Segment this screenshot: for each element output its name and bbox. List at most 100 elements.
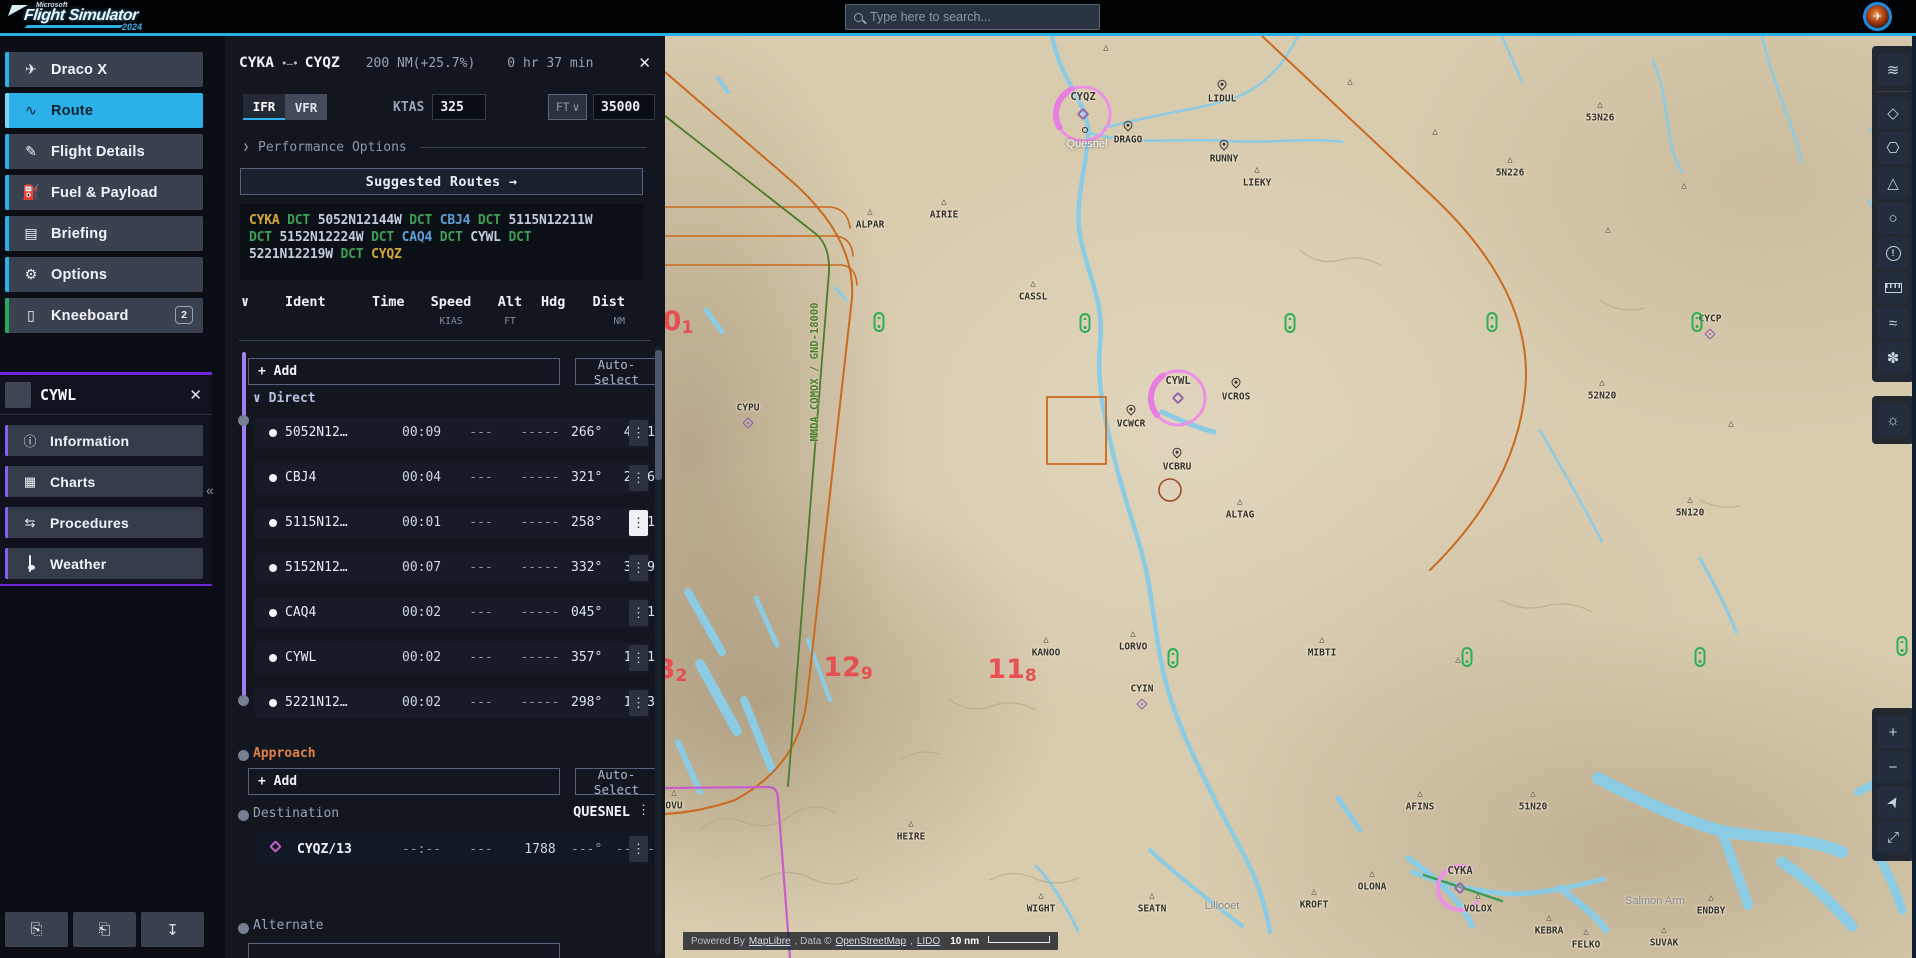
ifr-tab[interactable]: IFR bbox=[243, 94, 285, 120]
waypoint-speed: --- bbox=[458, 470, 504, 485]
new-flight-plan-button[interactable]: ⎘ bbox=[5, 912, 68, 947]
altitude-input[interactable] bbox=[593, 94, 655, 120]
triangle-waypoint-icon: △ bbox=[1455, 655, 1460, 665]
waypoint-menu-button[interactable]: ⋮ bbox=[629, 600, 648, 626]
destination-menu-button[interactable]: ⋮ bbox=[637, 802, 650, 818]
sidebar-item-label: Kneeboard bbox=[51, 308, 129, 324]
waypoint-ident: 5221N12… bbox=[285, 695, 348, 710]
auto-select-button[interactable]: Auto-Select bbox=[575, 358, 658, 385]
accent-bar bbox=[5, 175, 9, 210]
route-waypoint-row[interactable]: CYWL00:02--------357°14.1⋮ bbox=[255, 643, 650, 673]
waypoint-menu-button[interactable]: ⋮ bbox=[629, 555, 648, 581]
route-link-icon: •—• bbox=[281, 57, 298, 70]
sidebar-item-options[interactable]: ⚙Options bbox=[5, 257, 203, 292]
airport-label-cywl: CYWL bbox=[1165, 375, 1190, 387]
airport-panel-item-weather[interactable]: Weather bbox=[5, 548, 203, 579]
route-waypoint-row[interactable]: 5052N12…00:09--------266°49.1⋮ bbox=[255, 418, 650, 448]
charts-icon: ▦ bbox=[20, 474, 40, 490]
add-waypoint-input[interactable]: + Add bbox=[248, 358, 560, 385]
airspace-filter-button[interactable]: ○ bbox=[1877, 202, 1909, 234]
maplibre-link[interactable]: MapLibre bbox=[749, 936, 791, 947]
map-canvas[interactable]: △ALPAR△AIRIE△CASSL△LIEKY△ALTAG△LORVO△KAN… bbox=[665, 36, 1916, 958]
search-bar[interactable] bbox=[845, 4, 1100, 30]
performance-options-expander[interactable]: ❯ Performance Options bbox=[243, 140, 647, 155]
fullscreen-button[interactable]: ⤢ bbox=[1877, 821, 1909, 853]
msfs-logo: Microsoft Flight Simulator 2024 bbox=[10, 1, 180, 32]
auto-select-button[interactable]: Auto-Select bbox=[575, 768, 658, 795]
route-waypoint-row[interactable]: 5221N12…00:02--------298°14.3⋮ bbox=[255, 688, 650, 718]
airport-panel-item-procedures[interactable]: ⇆Procedures bbox=[5, 507, 203, 538]
sidebar-item-route[interactable]: ∿Route bbox=[5, 93, 203, 128]
waypoint-menu-button[interactable]: ⋮ bbox=[629, 645, 648, 671]
triangle-waypoint-icon: △ bbox=[1254, 165, 1259, 175]
list-scrollbar-thumb[interactable] bbox=[655, 350, 662, 480]
route-waypoint-row[interactable]: CBJ400:04--------321°24.6⋮ bbox=[255, 463, 650, 493]
attribution-text: Powered By bbox=[691, 936, 745, 947]
collapse-panel-button[interactable]: « bbox=[206, 482, 214, 498]
add-waypoint-input[interactable]: + Add bbox=[248, 768, 560, 795]
sidebar-item-draco-x[interactable]: ✈Draco X bbox=[5, 52, 203, 87]
waypoint-menu-button[interactable]: ⋮ bbox=[629, 465, 648, 491]
vor-filter-button[interactable]: ◇ bbox=[1877, 97, 1909, 129]
route-waypoint-row[interactable]: 5115N12…00:01--------258°7.1⋮ bbox=[255, 508, 650, 538]
search-input[interactable] bbox=[870, 10, 1091, 24]
airport-panel-item-information[interactable]: ⓘInformation bbox=[5, 425, 203, 456]
ktas-input[interactable] bbox=[432, 94, 486, 120]
waypoint-drago: DRAGO bbox=[1114, 135, 1143, 146]
sidebar-item-briefing[interactable]: ▤Briefing bbox=[5, 216, 203, 251]
obstacle-filter-button[interactable]: △ bbox=[1877, 167, 1909, 199]
load-flight-plan-button[interactable]: ⎗ bbox=[73, 912, 136, 947]
ndb-filter-button[interactable]: ⎔ bbox=[1877, 132, 1909, 164]
sidebar-item-kneeboard[interactable]: ▯Kneeboard2 bbox=[5, 298, 203, 333]
waypoint-speed: --- bbox=[458, 650, 504, 665]
map-brightness-button[interactable]: ☼ bbox=[1877, 404, 1909, 436]
weather-layer-button[interactable]: ✽ bbox=[1877, 342, 1909, 374]
profile-avatar[interactable]: ✈ bbox=[1863, 2, 1892, 31]
section-direct[interactable]: ∨ Direct bbox=[253, 391, 316, 406]
destination-runway-row[interactable]: CYQZ/13--:-----1788---°-----⋮ bbox=[255, 834, 650, 866]
alternate-add-input[interactable] bbox=[248, 943, 560, 958]
airport-label-cyqz: CYQZ bbox=[1070, 91, 1095, 103]
route-waypoint-row[interactable]: CAQ400:02--------045°11⋮ bbox=[255, 598, 650, 628]
pan-to-aircraft-button[interactable]: ➤ bbox=[1877, 786, 1909, 818]
max-elevation-figure: 01 bbox=[665, 306, 693, 338]
waypoint-menu-button[interactable]: ⋮ bbox=[629, 510, 648, 536]
weather-icon: ✽ bbox=[1887, 349, 1900, 367]
zoom-in-button[interactable]: + bbox=[1877, 716, 1909, 748]
col-alt: Alt bbox=[481, 294, 539, 310]
airport-panel-item-charts[interactable]: ▦Charts bbox=[5, 466, 203, 497]
waypoint-menu-button[interactable]: ⋮ bbox=[629, 690, 648, 716]
triangle-waypoint-icon: △ bbox=[1661, 925, 1666, 935]
triangle-waypoint-icon: △ bbox=[1103, 43, 1108, 53]
alert-filter-button[interactable]: ! bbox=[1877, 237, 1909, 269]
map-layers-button[interactable]: ≋ bbox=[1877, 54, 1909, 86]
waypoint-lorvo: LORVO bbox=[1119, 642, 1148, 653]
vfr-tab[interactable]: VFR bbox=[285, 94, 327, 120]
openstreetmap-link[interactable]: OpenStreetMap bbox=[835, 936, 906, 947]
route-token: CAQ4 bbox=[402, 230, 433, 245]
altitude-unit-select[interactable]: FT ∨ bbox=[548, 94, 587, 120]
section-approach[interactable]: Approach bbox=[253, 746, 316, 761]
triangle-waypoint-icon: △ bbox=[1149, 891, 1154, 901]
save-flight-plan-button[interactable]: ↧ bbox=[141, 912, 204, 947]
route-panel-close-button[interactable]: ✕ bbox=[638, 54, 651, 72]
collapse-all-chevron[interactable]: ∨ bbox=[241, 294, 249, 310]
airspace-boundary-label: MMDA COMOX / GND-18000 bbox=[809, 277, 821, 467]
map-edge-scrollbar[interactable] bbox=[1912, 36, 1916, 958]
route-token: CYWL bbox=[470, 230, 501, 245]
destination-menu-button[interactable]: ⋮ bbox=[629, 836, 648, 862]
route-waypoint-row[interactable]: 5152N12…00:07--------332°37.9⋮ bbox=[255, 553, 650, 583]
suggested-routes-button[interactable]: Suggested Routes → bbox=[240, 168, 643, 195]
measure-button[interactable] bbox=[1877, 272, 1909, 304]
sidebar-item-flight-details[interactable]: ✎Flight Details bbox=[5, 134, 203, 169]
wind-layer-button[interactable]: ≈ bbox=[1877, 307, 1909, 339]
lido-link[interactable]: LIDO bbox=[917, 936, 940, 947]
waypoint-ident: CYWL bbox=[285, 650, 316, 665]
airport-panel-close-button[interactable]: ✕ bbox=[189, 386, 202, 404]
waypoint-menu-button[interactable]: ⋮ bbox=[629, 420, 648, 446]
zoom-out-button[interactable]: − bbox=[1877, 751, 1909, 783]
accent-bar bbox=[5, 466, 8, 497]
route-token: 5052N12144W bbox=[318, 213, 402, 228]
vor-icon: ◇ bbox=[1887, 104, 1899, 122]
sidebar-item-fuel-payload[interactable]: ⛽Fuel & Payload bbox=[5, 175, 203, 210]
